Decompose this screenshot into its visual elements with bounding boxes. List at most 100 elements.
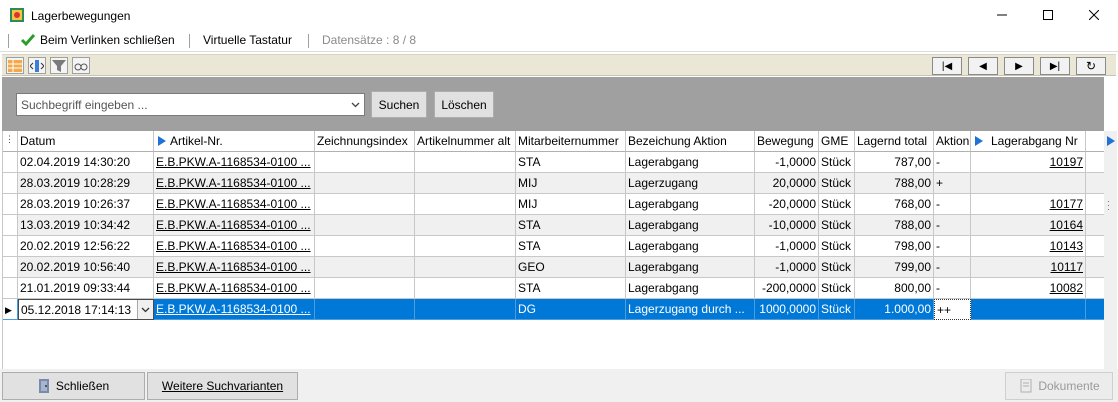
more-search-variants-button[interactable]: Weitere Suchvarianten <box>147 372 298 400</box>
close-on-link-label: Beim Verlinken schließen <box>40 33 175 47</box>
table-row[interactable]: 28.03.2019 10:26:37 E.B.PKW.A-1168534-010… <box>3 194 1105 215</box>
documents-label: Dokumente <box>1038 379 1100 393</box>
vertical-scrollbar[interactable]: · · · <box>1104 131 1117 369</box>
maximize-icon <box>1043 10 1053 20</box>
row-indicator[interactable] <box>3 215 18 236</box>
virtual-keyboard-item[interactable]: Virtuelle Tastatur <box>203 33 292 47</box>
filter-icon <box>52 59 66 72</box>
cell-artikel[interactable]: E.B.PKW.A-1168534-0100 ... <box>154 299 315 320</box>
cell-artikel[interactable]: E.B.PKW.A-1168534-0100 ... <box>154 278 315 299</box>
cell-artikel[interactable]: E.B.PKW.A-1168534-0100 ... <box>154 236 315 257</box>
row-indicator[interactable] <box>3 173 18 194</box>
column-width-button[interactable] <box>28 57 46 74</box>
previous-icon: ◀ <box>979 60 987 72</box>
row-indicator[interactable] <box>3 257 18 278</box>
cell-zeichnung <box>315 299 415 320</box>
documents-button[interactable]: Dokumente <box>1005 372 1113 400</box>
minimize-button[interactable] <box>979 0 1025 30</box>
last-record-button[interactable]: ▶| <box>1040 57 1070 75</box>
cell-aktion: - <box>934 278 971 299</box>
column-header-bezeichung-aktion[interactable]: Bezeichung Aktion <box>626 131 755 152</box>
first-record-button[interactable]: |◀ <box>932 57 962 75</box>
data-grid: ⋮ Datum Artikel-Nr. Zeichnungsindex Artikeln… <box>2 131 1105 369</box>
cell-bewegung: -1,0000 <box>755 236 819 257</box>
search-input[interactable]: Suchbegriff eingeben ... <box>16 93 365 116</box>
cell-alt <box>415 194 516 215</box>
previous-record-button[interactable]: ◀ <box>968 57 998 75</box>
cell-mitarbeiter: STA <box>516 152 626 173</box>
column-header-datum[interactable]: Datum <box>18 131 154 152</box>
cell-alt <box>415 299 516 320</box>
cell-artikel[interactable]: E.B.PKW.A-1168534-0100 ... <box>154 173 315 194</box>
date-editor-value[interactable]: 05.12.2018 17:14:13 <box>21 303 131 317</box>
menu-separator <box>189 34 190 48</box>
row-indicator[interactable] <box>3 194 18 215</box>
cell-abgang[interactable]: 10082 <box>971 278 1086 299</box>
cell-abgang[interactable]: 10197 <box>971 152 1086 173</box>
column-header-mitarbeiternummer[interactable]: Mitarbeiternummer <box>516 131 626 152</box>
column-header-gme[interactable]: GME <box>819 131 855 152</box>
cell-abgang[interactable]: 10177 <box>971 194 1086 215</box>
filter-button[interactable] <box>50 57 68 74</box>
search-placeholder: Suchbegriff eingeben ... <box>21 98 148 112</box>
cell-datum: 20.02.2019 12:56:22 <box>18 236 154 257</box>
cell-abgang[interactable]: 10164 <box>971 215 1086 236</box>
title-bar: Lagerbewegungen <box>0 0 1118 30</box>
cell-lagernd: 800,00 <box>855 278 934 299</box>
close-window-button[interactable] <box>1071 0 1117 30</box>
column-header-lagernd-total[interactable]: Lagernd total <box>855 131 934 152</box>
table-row[interactable]: 13.03.2019 10:34:42 E.B.PKW.A-1168534-010… <box>3 215 1105 236</box>
table-row[interactable]: 20.02.2019 12:56:22 E.B.PKW.A-1168534-010… <box>3 236 1105 257</box>
header-more-icon[interactable] <box>1107 131 1115 151</box>
refresh-button[interactable]: ↻ <box>1076 57 1106 75</box>
cell-aktion: - <box>934 257 971 278</box>
row-indicator[interactable] <box>3 152 18 173</box>
cell-abgang[interactable]: 10117 <box>971 257 1086 278</box>
cell-zeichnung <box>315 152 415 173</box>
cell-datum: 21.01.2019 09:33:44 <box>18 278 154 299</box>
column-header-aktion[interactable]: Aktion <box>934 131 971 152</box>
cell-abgang[interactable]: 10143 <box>971 236 1086 257</box>
cell-artikel[interactable]: E.B.PKW.A-1168534-0100 ... <box>154 215 315 236</box>
table-row[interactable]: 02.04.2019 14:30:20 E.B.PKW.A-1168534-010… <box>3 152 1105 173</box>
next-record-button[interactable]: ▶ <box>1004 57 1034 75</box>
close-button[interactable]: Schließen <box>2 372 145 400</box>
column-header-bewegung[interactable]: Bewegung <box>755 131 819 152</box>
checkmark-icon <box>20 34 36 47</box>
row-indicator[interactable] <box>3 278 18 299</box>
cell-gme: Stück <box>819 257 855 278</box>
column-header-label: Artikel-Nr. <box>170 134 223 148</box>
row-indicator[interactable]: ▶ <box>3 299 18 320</box>
table-row-selected[interactable]: ▶ 05.12.2018 17:14:13 E.B.PKW.A-1168534-01… <box>3 299 1105 320</box>
layout-button[interactable] <box>6 57 24 74</box>
cell-artikel[interactable]: E.B.PKW.A-1168534-0100 ... <box>154 194 315 215</box>
column-chooser-icon[interactable]: ⋮ <box>3 131 18 152</box>
cell-zeichnung <box>315 257 415 278</box>
search-button[interactable]: Suchen <box>371 91 427 118</box>
cell-datum: 02.04.2019 14:30:20 <box>18 152 154 173</box>
column-header-zeichnungsindex[interactable]: Zeichnungsindex <box>315 131 415 152</box>
column-header-label: Lagernd total <box>857 134 928 148</box>
column-header-artikelnummer-alt[interactable]: Artikelnummer alt <box>415 131 516 152</box>
view-button[interactable] <box>72 57 90 74</box>
table-row[interactable]: 28.03.2019 10:28:29 E.B.PKW.A-1168534-010… <box>3 173 1105 194</box>
date-dropdown-icon[interactable] <box>137 300 153 319</box>
chevron-down-icon[interactable] <box>351 100 360 109</box>
close-on-link-item[interactable]: Beim Verlinken schließen <box>20 33 175 47</box>
table-row[interactable]: 20.02.2019 10:56:40 E.B.PKW.A-1168534-010… <box>3 257 1105 278</box>
cell-artikel[interactable]: E.B.PKW.A-1168534-0100 ... <box>154 257 315 278</box>
cell-abgang[interactable] <box>971 173 1086 194</box>
cell-artikel[interactable]: E.B.PKW.A-1168534-0100 ... <box>154 152 315 173</box>
row-indicator[interactable] <box>3 236 18 257</box>
cell-datum: 20.02.2019 10:56:40 <box>18 257 154 278</box>
cell-aktion: - <box>934 236 971 257</box>
window-title: Lagerbewegungen <box>31 9 131 23</box>
clear-button[interactable]: Löschen <box>434 91 494 118</box>
cell-abgang[interactable] <box>971 299 1086 320</box>
cell-bezeichnung: Lagerzugang <box>626 173 755 194</box>
table-row[interactable]: 21.01.2019 09:33:44 E.B.PKW.A-1168534-010… <box>3 278 1105 299</box>
column-header-artikel-nr-[interactable]: Artikel-Nr. <box>154 131 315 152</box>
maximize-button[interactable] <box>1025 0 1071 30</box>
column-header-lagerabgang-nr[interactable]: Lagerabgang Nr <box>971 131 1086 152</box>
cell-zeichnung <box>315 173 415 194</box>
